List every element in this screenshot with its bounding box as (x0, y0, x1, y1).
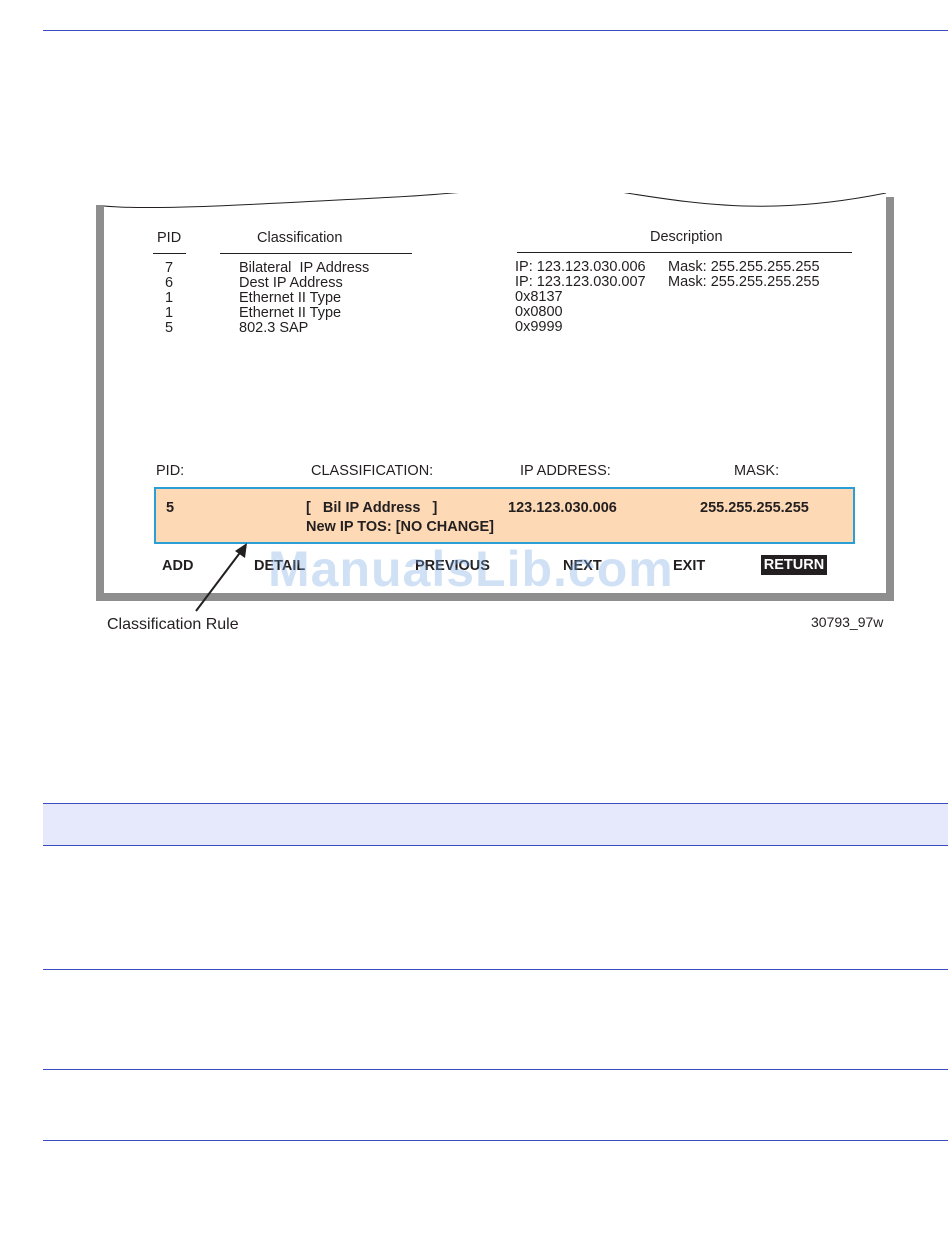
classification-column: Bilateral IP Address Dest IP Address Eth… (239, 261, 369, 336)
mask-column: Mask: 255.255.255.255 Mask: 255.255.255.… (668, 260, 820, 290)
list-item[interactable]: Ethernet II Type (239, 306, 369, 321)
callout-label: Classification Rule (107, 616, 239, 633)
list-item[interactable]: 7 (165, 261, 173, 276)
field-label-mask: MASK: (734, 463, 780, 479)
header-underline (517, 252, 852, 253)
list-item[interactable]: 1 (165, 306, 173, 321)
list-item[interactable]: 0x9999 (515, 320, 646, 335)
field-label-pid: PID: (156, 463, 185, 479)
list-item[interactable]: 1 (165, 291, 173, 306)
pid-column: 7 6 1 1 5 (165, 261, 173, 336)
list-header-description: Description (650, 229, 723, 245)
callout-arrow-icon (195, 543, 247, 612)
list-item[interactable]: Ethernet II Type (239, 291, 369, 306)
table-row-divider (43, 969, 948, 970)
field-label-classification: CLASSIFICATION: (311, 463, 434, 479)
header-underline (220, 253, 412, 254)
header-underline (153, 253, 186, 254)
list-item[interactable]: IP: 123.123.030.007 (515, 275, 646, 290)
selected-pid[interactable]: 5 (166, 501, 174, 516)
list-item[interactable]: 5 (165, 321, 173, 336)
list-item[interactable]: IP: 123.123.030.006 (515, 260, 646, 275)
list-item[interactable]: Bilateral IP Address (239, 261, 369, 276)
list-item[interactable]: 802.3 SAP (239, 321, 369, 336)
table-row-divider (43, 1069, 948, 1070)
list-item[interactable]: 6 (165, 276, 173, 291)
list-item[interactable]: Dest IP Address (239, 276, 369, 291)
description-column: IP: 123.123.030.006 IP: 123.123.030.007 … (515, 260, 646, 335)
figure-id: 30793_97w (811, 614, 884, 630)
selected-mask[interactable]: 255.255.255.255 (700, 501, 809, 516)
selected-classification[interactable]: [ Bil IP Address ] (306, 501, 437, 516)
list-item: Mask: 255.255.255.255 (668, 259, 820, 275)
list-item: Mask: 255.255.255.255 (668, 274, 820, 290)
field-label-ip-address: IP ADDRESS: (520, 463, 611, 479)
return-command[interactable]: RETURN (761, 555, 827, 575)
top-rule (43, 30, 948, 31)
table-header-band (43, 803, 948, 846)
list-header-pid: PID (157, 230, 182, 246)
exit-command[interactable]: EXIT (673, 559, 705, 574)
list-item[interactable]: 0x0800 (515, 305, 646, 320)
selected-ip-address[interactable]: 123.123.030.006 (508, 501, 617, 516)
list-item[interactable]: 0x8137 (515, 290, 646, 305)
selected-tos[interactable]: New IP TOS: [NO CHANGE] (306, 520, 494, 535)
table-row-divider (43, 1140, 948, 1141)
watermark: ManualsLib.com (268, 541, 674, 597)
add-command[interactable]: ADD (162, 559, 193, 574)
list-header-classification: Classification (257, 230, 343, 246)
